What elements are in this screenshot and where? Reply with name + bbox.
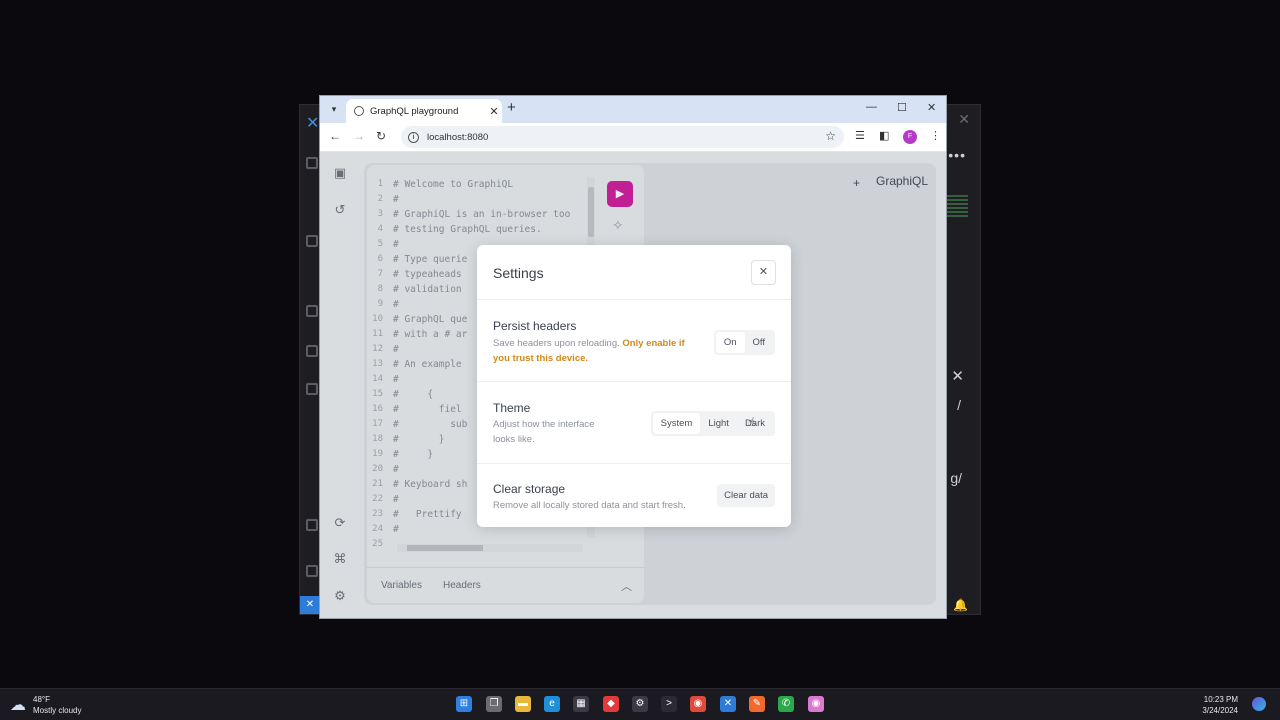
run-debug-icon[interactable]	[306, 305, 318, 317]
new-tab-button[interactable]: +	[507, 99, 516, 116]
profile-avatar[interactable]: F	[903, 130, 917, 144]
persist-headers-description: Save headers upon reloading. Only enable…	[493, 338, 685, 364]
browser-toolbar: ← → ↻ i localhost:8080 ☆ ☰ ◧ F ⋮	[320, 123, 946, 152]
theme-light-button[interactable]: Light	[700, 413, 737, 434]
manage-icon[interactable]	[306, 565, 318, 577]
settings-dialog: Settings ✕ Persist headers Save headers …	[477, 245, 791, 527]
dialog-header: Settings ✕	[477, 245, 791, 300]
whatsapp-icon[interactable]: ✆	[778, 696, 794, 712]
windows-taskbar: ☁ 48°F Mostly cloudy ⊞ ❐ ▬ e ▦ ◆ ⚙ > ◉ ✕…	[0, 688, 1280, 720]
clear-data-button[interactable]: Clear data	[717, 484, 775, 507]
theme-system-button[interactable]: System	[652, 413, 701, 434]
window-close-icon[interactable]: ✕	[927, 101, 936, 114]
site-info-icon[interactable]: i	[408, 131, 419, 143]
persist-on-button[interactable]: On	[715, 332, 745, 353]
postman-icon[interactable]: ✎	[749, 696, 765, 712]
edge-icon[interactable]: e	[544, 696, 560, 712]
chrome-icon[interactable]: ◉	[690, 696, 706, 712]
explorer-icon[interactable]	[306, 157, 318, 169]
app-icon[interactable]: ⚙	[632, 696, 648, 712]
chrome-profile-icon[interactable]: ◉	[808, 696, 824, 712]
vscode-logo-icon: ✕	[306, 115, 320, 132]
terminal-icon[interactable]: >	[661, 696, 677, 712]
accounts-icon[interactable]	[306, 519, 318, 531]
task-view-icon[interactable]: ❐	[486, 696, 502, 712]
clear-storage-section: Clear storage Remove all locally stored …	[477, 464, 791, 526]
reload-icon[interactable]: ↻	[376, 129, 386, 143]
extensions-icon[interactable]	[306, 345, 318, 357]
tab-graphql-playground[interactable]: GraphQL playground ✕	[346, 99, 502, 123]
tab-title: GraphQL playground	[370, 105, 459, 117]
side-panel-icon[interactable]: ◧	[879, 129, 889, 142]
globe-icon	[354, 106, 364, 116]
forward-icon[interactable]: →	[353, 129, 365, 143]
theme-selector: System Light Dark	[650, 411, 775, 436]
bookmark-star-icon[interactable]: ☆	[825, 129, 836, 143]
theme-title: Theme	[493, 401, 531, 415]
clock-date[interactable]: 3/24/2024	[1202, 706, 1238, 715]
git-icon[interactable]: ◆	[603, 696, 619, 712]
tab-strip: ▾ GraphQL playground ✕ + — ☐ ✕	[320, 96, 946, 123]
tab-close-icon[interactable]: ✕	[486, 105, 502, 118]
back-icon[interactable]: ←	[329, 129, 341, 143]
minimap	[946, 195, 968, 217]
maximize-icon[interactable]: ☐	[897, 101, 907, 114]
hand-cursor-icon: ☝	[748, 415, 756, 429]
clear-storage-description: Remove all locally stored data and start…	[493, 500, 686, 511]
theme-description: Adjust how the interface looks like.	[493, 419, 595, 445]
remote-explorer-icon[interactable]	[306, 383, 318, 395]
close-icon[interactable]: ✕	[751, 260, 776, 285]
clear-storage-title: Clear storage	[493, 482, 566, 496]
copilot-icon[interactable]	[1252, 697, 1266, 711]
cloud-icon[interactable]: ☁	[10, 695, 26, 715]
tab-search-icon[interactable]: ▾	[327, 102, 341, 116]
source-control-icon[interactable]	[306, 235, 318, 247]
address-bar[interactable]: i localhost:8080 ☆	[401, 126, 844, 148]
vscode-icon[interactable]: ✕	[720, 696, 736, 712]
remote-status-icon[interactable]: ✕	[300, 596, 320, 614]
clock-time[interactable]: 10:23 PM	[1204, 695, 1238, 704]
file-explorer-icon[interactable]: ▬	[515, 696, 531, 712]
store-icon[interactable]: ▦	[573, 696, 589, 712]
vscode-activity-bar	[300, 135, 320, 615]
persist-headers-section: Persist headers Save headers upon reload…	[477, 300, 791, 382]
notification-bell-icon[interactable]: 🔔	[953, 598, 968, 612]
terminal-text-fragment: g/	[950, 470, 962, 486]
start-icon[interactable]: ⊞	[456, 696, 472, 712]
persist-headers-toggle: On Off	[713, 330, 775, 355]
weather-description[interactable]: Mostly cloudy	[33, 706, 81, 715]
url-text: localhost:8080	[427, 131, 489, 143]
chrome-window: ▾ GraphQL playground ✕ + — ☐ ✕ ← → ↻ i l…	[319, 95, 947, 619]
panel-close-icon[interactable]: ✕	[951, 367, 964, 385]
persist-headers-title: Persist headers	[493, 319, 577, 333]
persist-off-button[interactable]: Off	[745, 332, 774, 353]
terminal-text-fragment: /	[957, 397, 961, 413]
theme-section: Theme Adjust how the interface looks lik…	[477, 382, 791, 464]
weather-temperature[interactable]: 48°F	[33, 695, 50, 704]
dialog-title: Settings	[493, 265, 544, 281]
reading-list-icon[interactable]: ☰	[855, 129, 865, 142]
vscode-close-icon[interactable]: ✕	[958, 111, 970, 128]
chrome-menu-icon[interactable]: ⋮	[930, 129, 941, 142]
minimize-icon[interactable]: —	[866, 101, 877, 113]
graphiql-page: ▣ ↺ ⟳ ⌘ ⚙ + GraphiQL 1 # Welcome to Graph…	[320, 152, 946, 618]
more-actions-icon[interactable]: •••	[948, 147, 966, 163]
